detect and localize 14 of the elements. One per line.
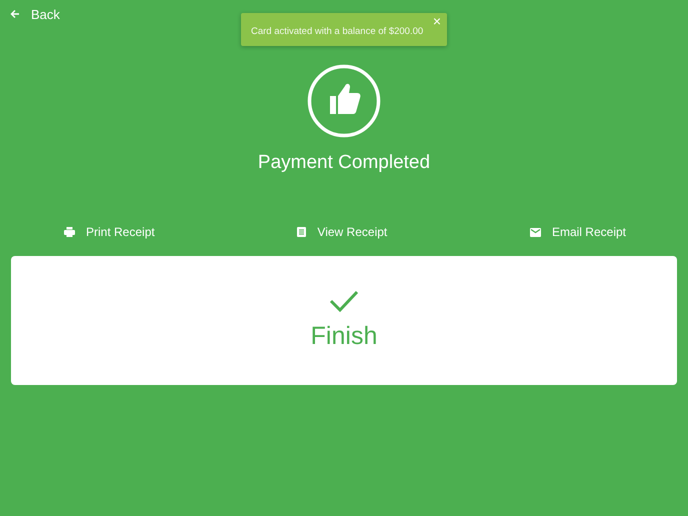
receipt-action-button[interactable]: Print Receipt — [64, 221, 155, 243]
close-button[interactable]: × — [432, 14, 441, 28]
receipt-action-button[interactable]: View Receipt — [297, 221, 388, 243]
status-title: Payment Completed — [258, 152, 430, 174]
receipt-action-button[interactable]: Email Receipt — [530, 221, 626, 243]
back-arrow-icon — [10, 9, 20, 19]
finish-button[interactable]: Finish — [11, 256, 677, 385]
envelope-icon — [530, 228, 541, 236]
thumbs-up-icon — [307, 64, 381, 138]
toast-message: Card activated with a balance of $200.00 — [251, 26, 424, 37]
checkmark-icon — [329, 290, 359, 312]
document-icon — [297, 227, 306, 237]
back-button[interactable]: Back — [6, 4, 64, 24]
printer-icon — [64, 227, 75, 237]
